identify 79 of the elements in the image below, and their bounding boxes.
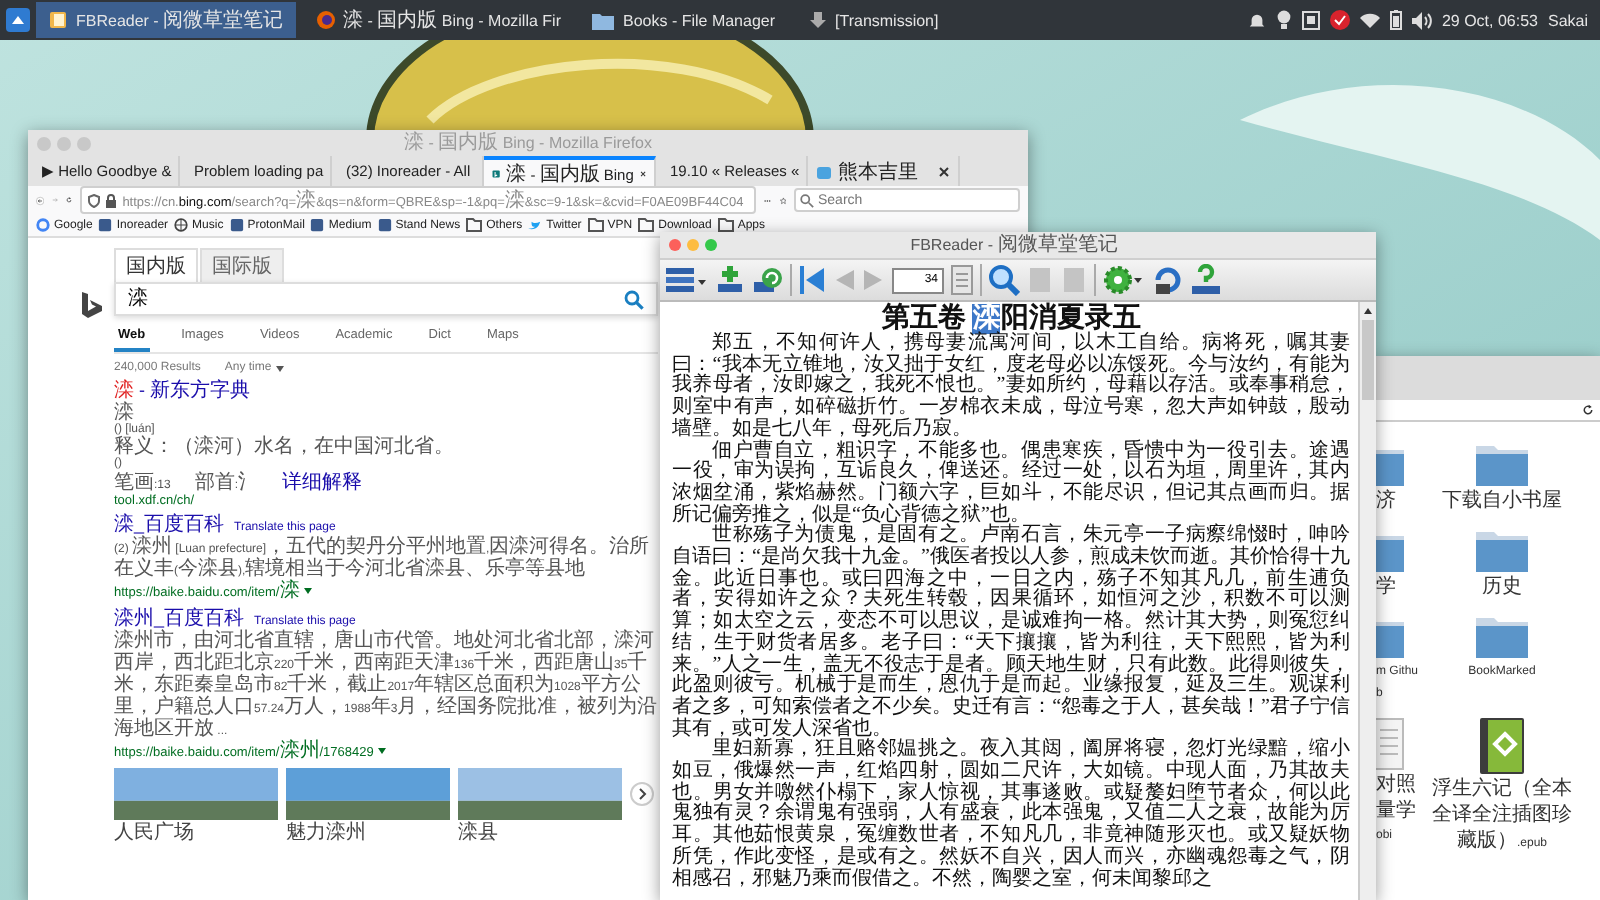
browser-icon [315, 10, 336, 30]
search-icon [800, 194, 814, 208]
search-icon[interactable] [624, 289, 644, 309]
detail-link[interactable]: 详细解释 [282, 471, 363, 494]
scope-tab[interactable]: 国内版 [114, 248, 198, 282]
book-icon [48, 10, 68, 30]
close-icon[interactable] [639, 167, 646, 179]
result-line: 释义：（滦河）水名，在中国河北省。 [114, 436, 454, 459]
torrent-icon [807, 10, 828, 30]
query-field[interactable]: 滦 [114, 282, 658, 316]
site-icon [310, 218, 325, 232]
scope-tab[interactable]: 国际版 [200, 248, 284, 282]
taskbar-button[interactable]: 滦 - 国内版 Bing - Mozilla Fir [303, 2, 573, 38]
battery-icon[interactable] [1389, 10, 1402, 30]
rotate-icon[interactable] [1152, 264, 1184, 296]
site-icon [98, 218, 113, 232]
search-icon[interactable] [988, 264, 1020, 296]
image-caption: 魅力滦州 [286, 821, 368, 844]
clock[interactable]: 29 Oct, 06:53 [1441, 11, 1538, 29]
ebook-icon [1480, 718, 1524, 774]
wifi-icon[interactable] [1359, 12, 1380, 28]
folder-icon [1476, 614, 1528, 658]
chapter-heading: 第五卷 滦阳消夏录五 [880, 304, 1141, 334]
launcher-icon[interactable] [6, 8, 30, 32]
image-caption: 人民广场 [114, 821, 196, 844]
result-title-link[interactable]: 滦 - 新东方字典 [114, 379, 250, 402]
lock-icon [106, 193, 117, 207]
image-caption: 滦县 [458, 821, 500, 844]
book-paragraph: 佃户曹自立，粗识字，不能多也。偶患寒疾，昏愦中为一役引去。途遇一役，审为误拘，互诟良久，俾送还。经过一处，以石为垣，周里许，其内浓烟坌涌，紫焰赫然。门额六字，巨如斗，不能尽识，但记其点画而归。据所记偏旁推之，似是“负心背德之狱”也。 [672, 441, 1350, 526]
book-paragraph: 世称殇子为债鬼，是固有之。卢南石言，朱元亭一子病瘵绵惙时，呻吟自语曰：“是尚欠我十九金。”俄医者投以人参，煎成未饮而逝。其价恰得十九金。此近日事也。或曰四海之中，一日之内，殇子不知其凡几，前生逋负者，安得如许之众？夫死生转毂，因果循环，如恒河之沙，积数不可以测算；如太空之云，变态不可以思议，是诚难拘一格。然计其大势，则冤愆纠结，生于财货者居多。老子曰：“天下攘攘，皆为利往，天下熙熙，皆为利来。”人之一生，盖无不役志于是者。顾天地生财，只有此数。此得则彼失，此盈则彼亏。机械于是而生，恩仇于是而起。业缘报复，延及三生。观谋利者之多，可知索偿者之不少矣。史迁有言：“怨毒之于人，甚矣哉！”君子宁信其有，或可发人深省也。 [672, 526, 1350, 740]
file-label[interactable]: 济 [1376, 490, 1396, 516]
reload-icon[interactable] [1582, 404, 1594, 416]
add-book-icon[interactable] [714, 264, 746, 296]
site-icon [492, 165, 501, 181]
settings-icon[interactable] [1102, 264, 1146, 296]
clipboard-icon[interactable] [1301, 10, 1320, 30]
taskbar-button[interactable]: FBReader - 阅微草堂笔记 [36, 2, 296, 38]
scrollbar[interactable] [1358, 302, 1376, 900]
result-line: 滦 [114, 401, 134, 424]
volume-icon[interactable] [1411, 11, 1432, 29]
file-label[interactable]: 学 [1376, 576, 1396, 602]
app-icon[interactable] [1329, 10, 1350, 30]
folder-icon [638, 218, 655, 232]
bird-icon [528, 219, 543, 231]
globe-icon [174, 218, 189, 232]
window-title: 滦 - 国内版 Bing - Mozilla Firefox [401, 133, 655, 153]
caret-icon[interactable] [303, 587, 312, 594]
chevron-right-icon[interactable] [630, 781, 654, 806]
result-title-link[interactable]: 滦_百度百科 [114, 513, 225, 536]
shield-icon [88, 193, 101, 207]
site-icon [377, 218, 392, 232]
sync-icon[interactable] [752, 264, 784, 296]
bing-logo-icon [82, 292, 102, 318]
folder-icon [1476, 442, 1528, 486]
help-icon[interactable] [1190, 264, 1222, 296]
site-icon [229, 218, 244, 232]
google-icon [36, 218, 50, 232]
folder-icon [587, 218, 604, 232]
folder-icon [466, 218, 483, 232]
file-label[interactable]: 下载自小书屋 [1442, 490, 1562, 516]
caret-icon[interactable] [275, 365, 284, 372]
user-name[interactable]: Sakai [1547, 11, 1588, 29]
result-title-link[interactable]: 滦州_百度百科 [114, 607, 245, 630]
folder-icon [1476, 528, 1528, 572]
taskbar-button[interactable]: [Transmission] [795, 2, 951, 38]
bell-icon[interactable] [1247, 11, 1266, 29]
file-label[interactable]: 历史 [1482, 576, 1522, 602]
window-title: FBReader - 阅微草堂笔记 [908, 235, 1120, 255]
close-icon[interactable] [938, 165, 950, 177]
library-icon[interactable] [664, 264, 708, 296]
taskbar-button[interactable]: Books - File Manager [580, 2, 788, 38]
book-paragraph: 郑五，不知何许人，携母妻流寓河间，以木工自给。病将死，嘱其妻曰：“我本无立锥地，汝又拙于女红，度老母必以冻馁死。今与汝约，有能为我养母者，汝即嫁之，我死不恨也。”妻如所约，母藉以存活。或奉事稍怠，则室中有声，如碎磁折竹。一岁棉衣未成，母泣号寒，忽大声如钟鼓，殷动墙壁。如是七八年，母死后乃寂。 [672, 334, 1350, 440]
folder-icon [592, 11, 615, 29]
first-page-icon[interactable] [798, 264, 826, 296]
lightbulb-icon[interactable] [1275, 10, 1292, 30]
site-icon [816, 163, 832, 179]
caret-icon[interactable] [377, 747, 386, 754]
book-paragraph: 里妇新寡，狂且赂邻媪挑之。夜入其闼，阖屏将寝，忽灯光绿黯，缩小如豆，俄爆然一声，红焰四射，圆如二尺许，大如镜。中现人面，乃其故夫也。男女并噭然仆榻下，家人惊视，其事遂败。或疑嫠妇堕节者众，何以此鬼独有灵？余谓鬼有强弱，人有盛衰，此本强鬼，又值二人之衰，故能为厉耳。其他茹恨黄泉，冤缠数世者，不知凡几，非竟神随形灭也。或又疑妖物所凭，作此变怪，是或有之。然妖不自兴，因人而兴，亦幽魂怨毒之气，阴相感召，邪魅乃乘而假借之。不然，陶婴之室，何未闻黎邱之 [672, 740, 1350, 891]
folder-icon [717, 218, 734, 232]
